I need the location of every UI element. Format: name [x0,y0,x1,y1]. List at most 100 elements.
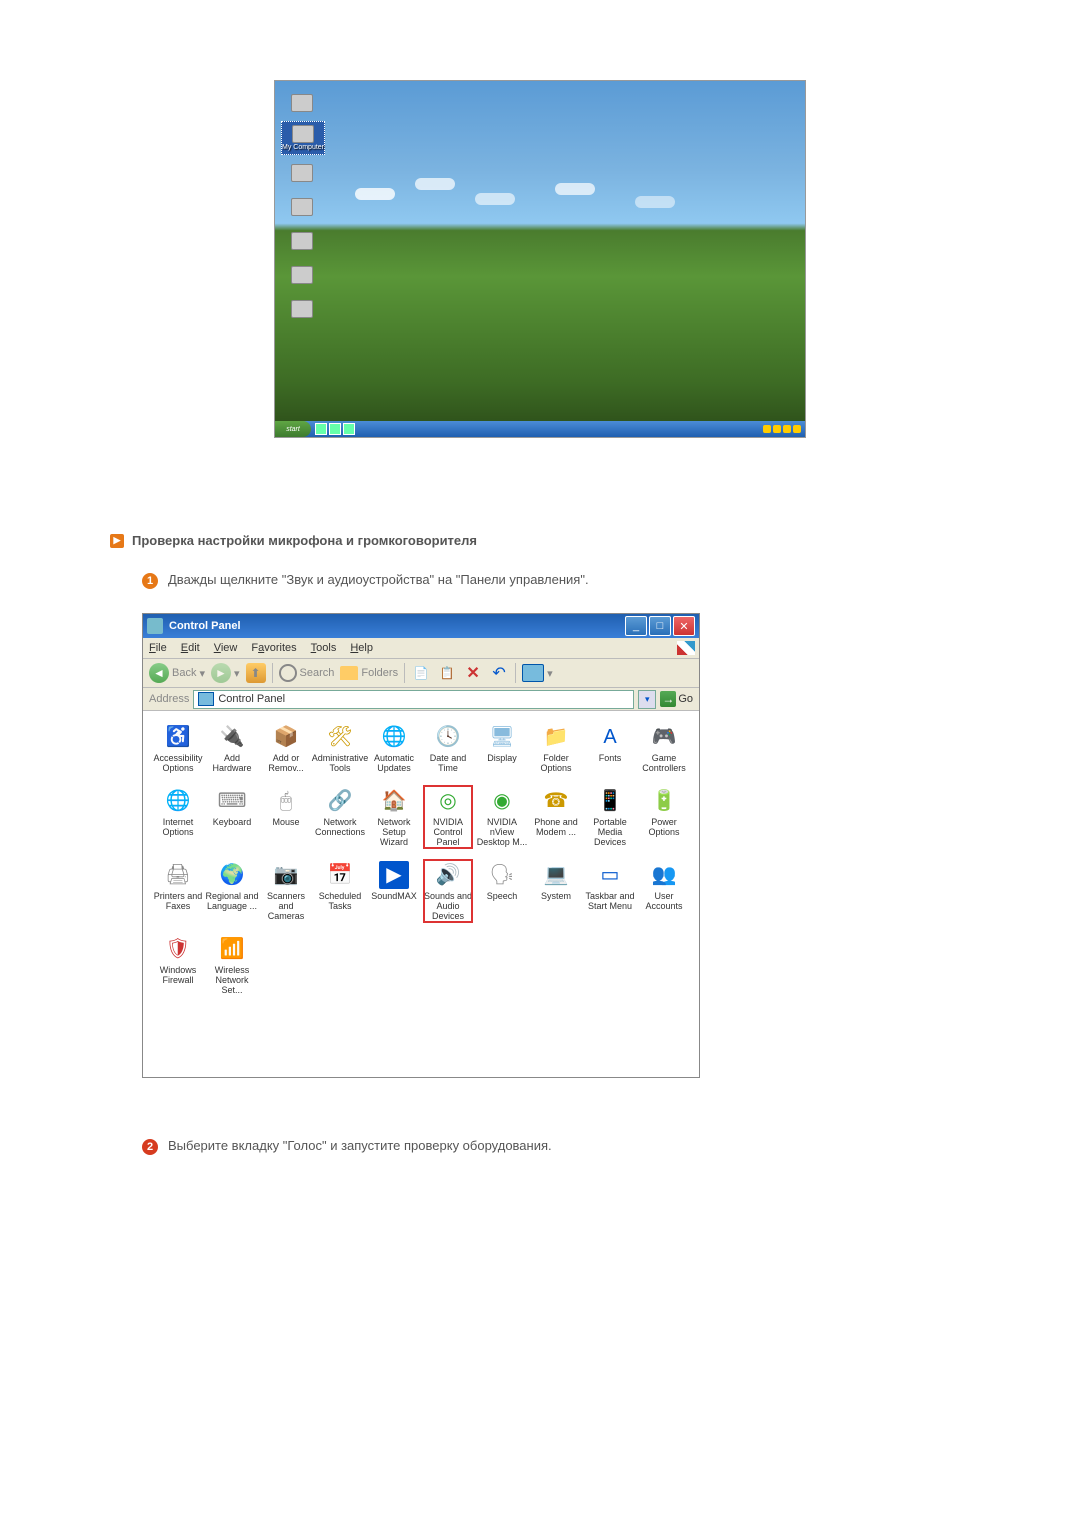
cp-item[interactable]: 🌐Internet Options [151,787,205,847]
cp-item[interactable]: 🎮Game Controllers [637,723,691,773]
back-label: Back [172,667,196,679]
desktop-icons: My Computer [281,87,325,325]
cp-item[interactable]: 🛡Windows Firewall [151,935,205,995]
up-button[interactable]: ⬆ [246,663,266,683]
menubar: File Edit View Favorites Tools Help [143,638,699,659]
control-panel-icon [198,692,214,706]
desktop-icon [281,191,323,223]
cp-item[interactable]: 🌍Regional and Language ... [205,861,259,921]
cp-item[interactable]: ▭Taskbar and Start Menu [583,861,637,921]
go-button[interactable]: →Go [660,691,693,707]
cp-item-icon: 🕓 [433,723,463,751]
delete-button[interactable]: ✕ [463,663,483,683]
menu-edit[interactable]: Edit [181,642,200,654]
cp-item[interactable]: 🛠Administrative Tools [313,723,367,773]
cp-item-icon: ▶ [379,861,409,889]
maximize-button[interactable]: □ [649,616,671,636]
cp-item[interactable]: 🖱Mouse [259,787,313,847]
cp-item[interactable]: 🕓Date and Time [421,723,475,773]
cp-item-label: User Accounts [637,891,691,911]
taskbar-item [315,423,327,435]
search-label: Search [300,667,335,679]
folder-up-icon: ⬆ [246,663,266,683]
cp-item-label: Power Options [637,817,691,837]
document-page: My Computer start ▶ Проверка настройки м… [0,0,1080,1379]
move-to-button[interactable]: 📄 [411,663,431,683]
copy-icon: 📋 [437,663,457,683]
cp-item[interactable]: 💻System [529,861,583,921]
cp-item-icon: 🔊 [433,861,463,889]
cp-item[interactable]: 👥User Accounts [637,861,691,921]
cp-item[interactable]: 📁Folder Options [529,723,583,773]
cp-item-label: Display [487,753,517,763]
separator [272,663,273,683]
undo-button[interactable]: ↶ [489,663,509,683]
menu-favorites[interactable]: Favorites [251,642,296,654]
cp-item[interactable]: 🏠Network Setup Wizard [367,787,421,847]
cp-item-label: Administrative Tools [312,753,369,773]
cp-item-icon: 🖱 [271,787,301,815]
cp-item-icon: 🖨 [163,861,193,889]
cp-item-label: NVIDIA Control Panel [421,817,475,847]
control-panel-window: Control Panel _ □ ✕ File Edit View Favor… [142,613,700,1078]
my-computer-icon: My Computer [281,121,325,155]
cp-item-icon: 📷 [271,861,301,889]
cp-item[interactable]: 📅Scheduled Tasks [313,861,367,921]
cp-item[interactable]: ☎Phone and Modem ... [529,787,583,847]
search-button[interactable]: Search [279,664,335,682]
cp-item-icon: ◉ [487,787,517,815]
close-button[interactable]: ✕ [673,616,695,636]
cp-item[interactable]: ▶SoundMAX [367,861,421,921]
cp-item[interactable]: ⌨Keyboard [205,787,259,847]
cp-item[interactable]: 🗣Speech [475,861,529,921]
menu-file[interactable]: File [149,642,167,654]
address-dropdown[interactable]: ▾ [638,690,656,709]
cp-item-icon: 🛠 [325,723,355,751]
cp-item-icon: 🎮 [649,723,679,751]
cp-item-icon: 📶 [217,935,247,963]
menu-view[interactable]: View [214,642,238,654]
cp-item[interactable]: 🔋Power Options [637,787,691,847]
cp-item[interactable]: ♿Accessibility Options [151,723,205,773]
cp-item[interactable]: 🖥Display [475,723,529,773]
cp-item[interactable]: 📶Wireless Network Set... [205,935,259,995]
cp-item-label: Portable Media Devices [583,817,637,847]
tray-icon [793,425,801,433]
address-input[interactable]: Control Panel [193,690,634,709]
cp-item[interactable]: 📦Add or Remov... [259,723,313,773]
address-value: Control Panel [218,693,285,705]
windows-desktop-screenshot: My Computer start [274,80,806,438]
cp-item-icon: 🛡 [163,935,193,963]
address-label: Address [149,693,189,705]
cp-item-label: Wireless Network Set... [205,965,259,995]
desktop-icon [281,293,323,325]
cp-item[interactable]: 📷Scanners and Cameras [259,861,313,921]
cp-item-label: Internet Options [151,817,205,837]
copy-to-button[interactable]: 📋 [437,663,457,683]
cp-item[interactable]: ◉NVIDIA nView Desktop M... [475,787,529,847]
cp-item[interactable]: 📱Portable Media Devices [583,787,637,847]
cp-item-icon: 🔋 [649,787,679,815]
menu-tools[interactable]: Tools [311,642,337,654]
cp-item[interactable]: ◎NVIDIA Control Panel [421,787,475,847]
step-1: 1 Дважды щелкните "Звук и аудиоустройств… [142,572,960,589]
minimize-button[interactable]: _ [625,616,647,636]
cp-item[interactable]: 🌐Automatic Updates [367,723,421,773]
menu-help[interactable]: Help [350,642,373,654]
cp-item[interactable]: 🔊Sounds and Audio Devices [421,861,475,921]
views-button[interactable]: ▾ [522,664,553,682]
computer-icon [292,125,314,143]
cp-item[interactable]: 🔗Network Connections [313,787,367,847]
cp-item-icon: 🏠 [379,787,409,815]
back-button[interactable]: ◄Back ▾ [149,663,205,683]
cp-item[interactable]: 🔌Add Hardware [205,723,259,773]
forward-button[interactable]: ► ▾ [211,663,240,683]
tray-icon [783,425,791,433]
folders-button[interactable]: Folders [340,666,398,680]
cp-item[interactable]: 🖨Printers and Faxes [151,861,205,921]
step-2-text: Выберите вкладку "Голос" и запустите про… [168,1138,552,1153]
cp-item-label: Date and Time [421,753,475,773]
cp-item[interactable]: AFonts [583,723,637,773]
desktop-icon [281,157,323,189]
folder-icon [291,232,313,250]
